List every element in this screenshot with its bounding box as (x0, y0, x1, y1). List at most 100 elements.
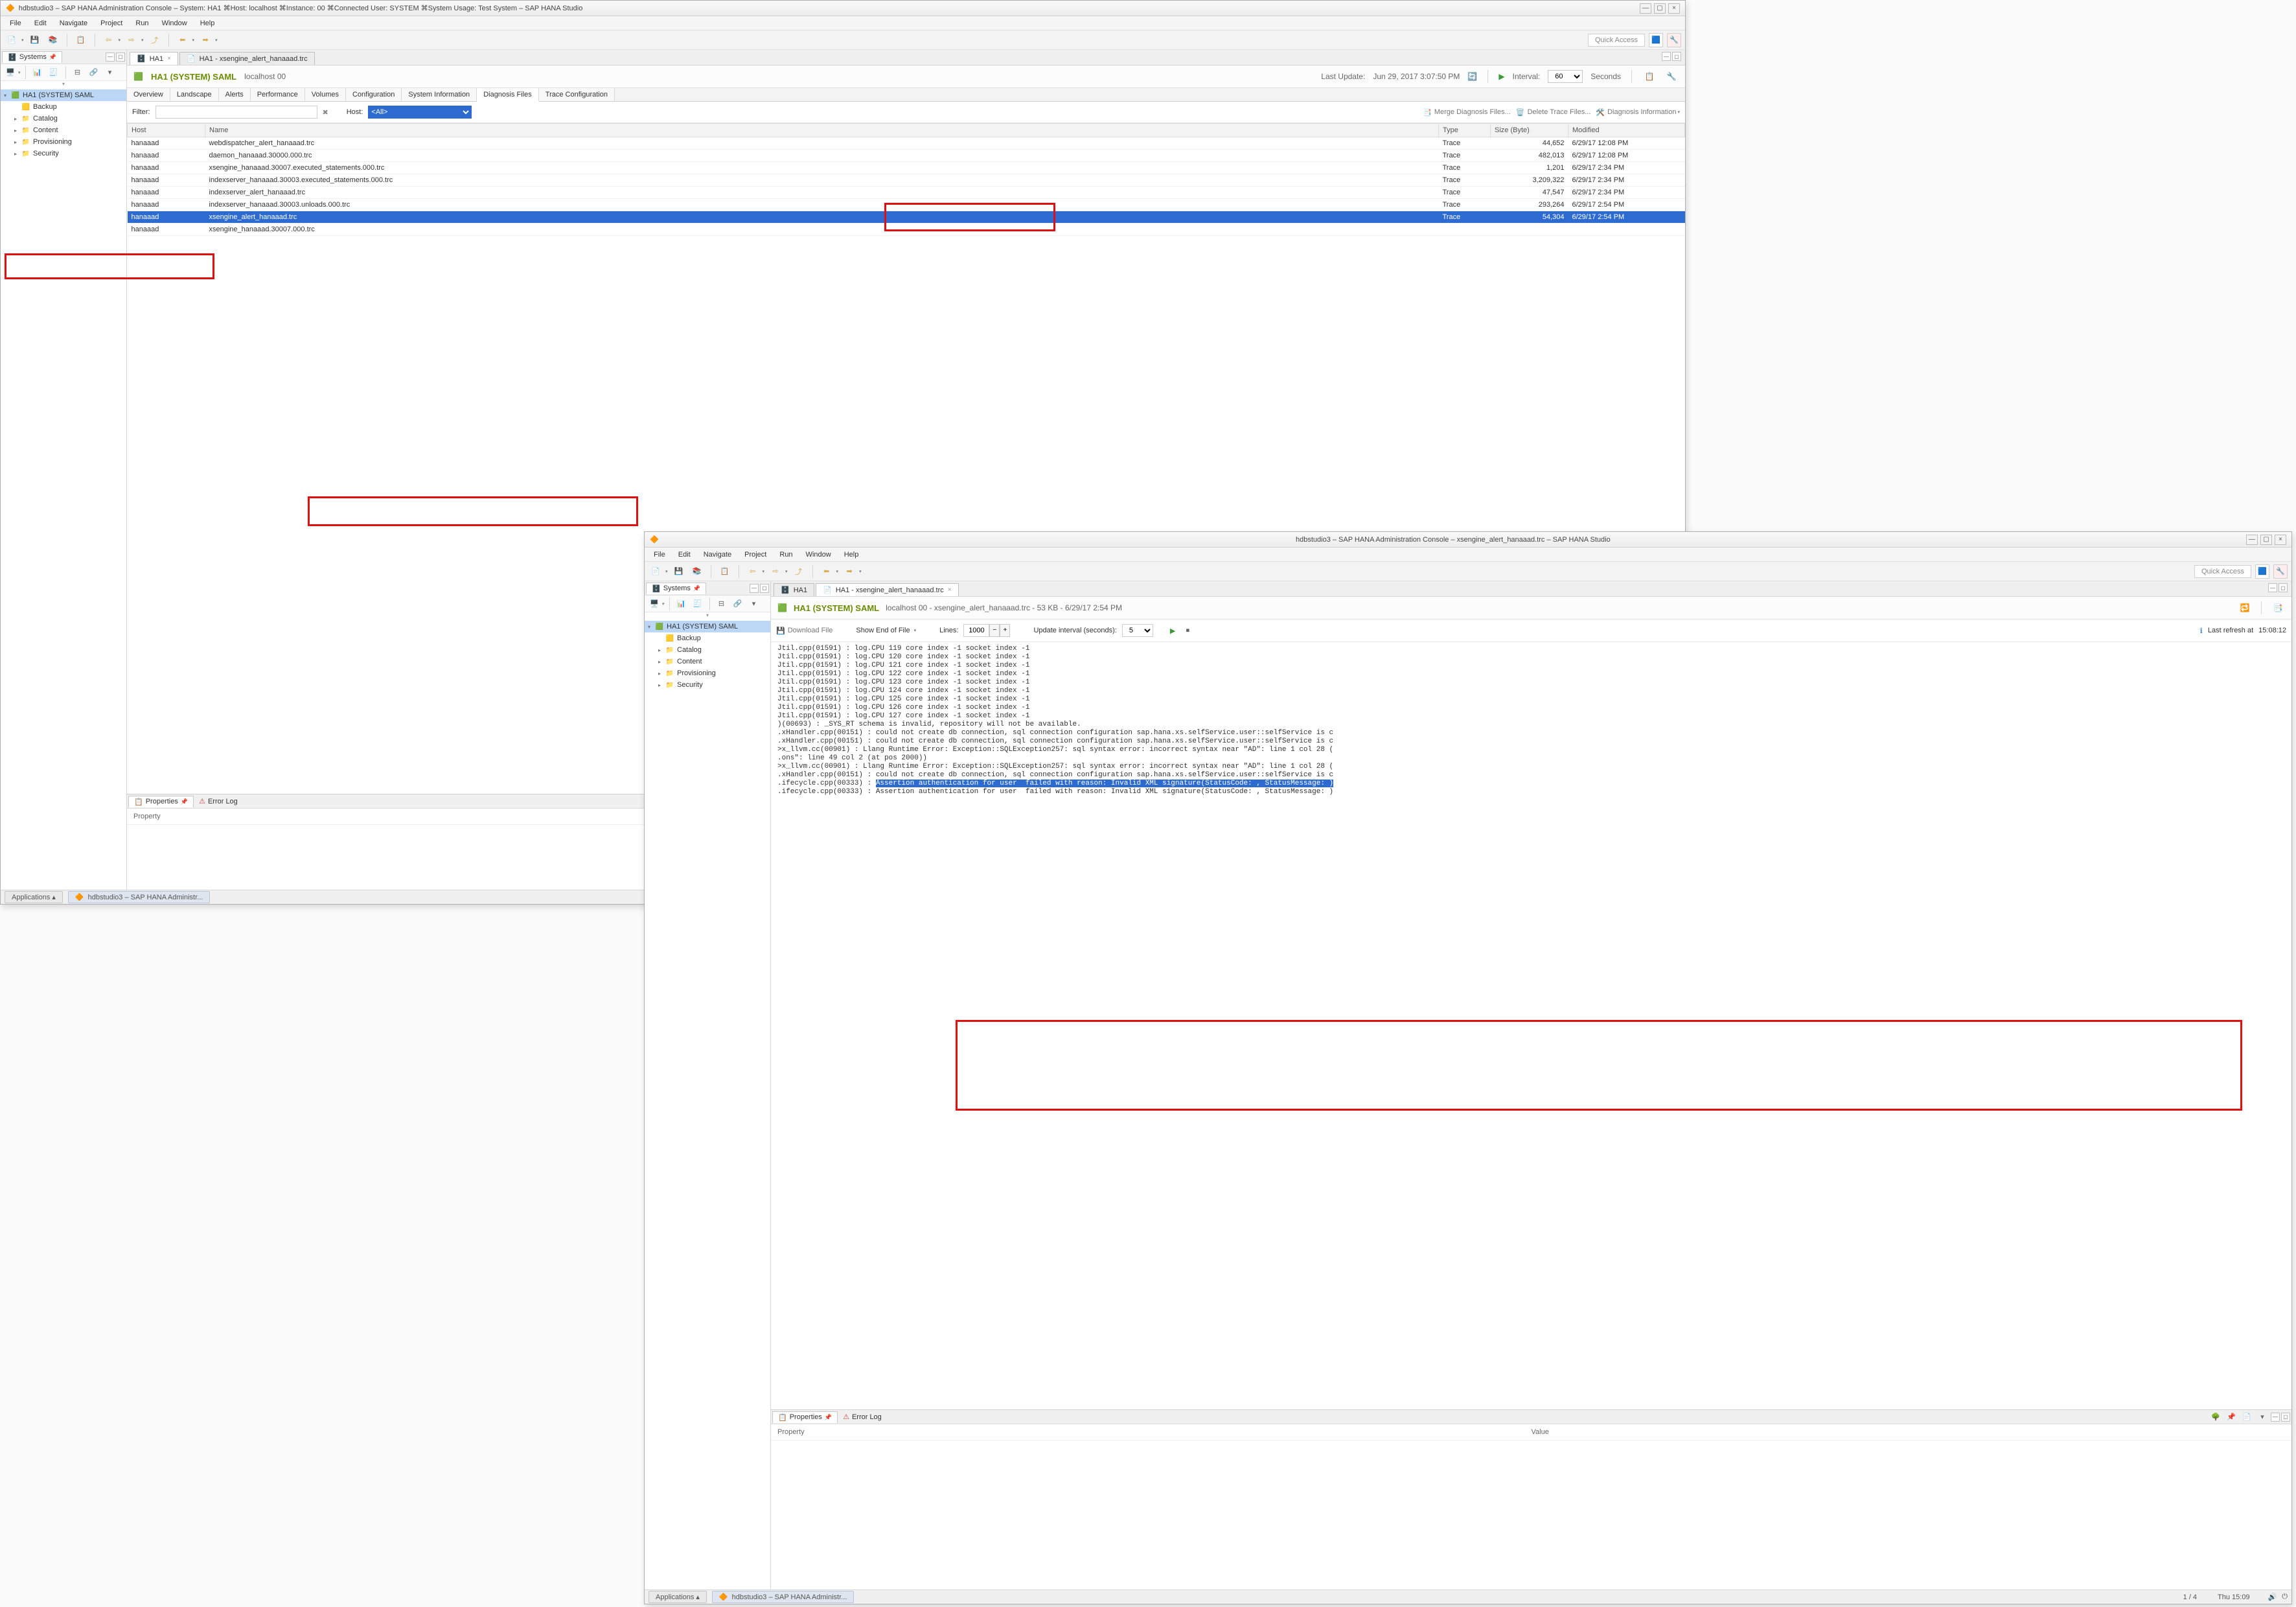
monitor-icon[interactable]: 📊 (674, 597, 689, 611)
table-row[interactable]: hanaaadindexserver_alert_hanaaad.trcTrac… (128, 187, 1685, 199)
perspective-other-icon[interactable]: 🔧 (1667, 33, 1681, 47)
tree-node-security[interactable]: ▸ 📁 Security (1, 148, 126, 159)
settings-icon[interactable]: 🔧 (1664, 69, 1679, 84)
power-icon[interactable]: ⏻ (2282, 1593, 2288, 1601)
twisty-icon[interactable]: ▾ (646, 624, 652, 630)
editor-tab-ha1[interactable]: 🗄️ HA1 × (130, 52, 178, 65)
menu-project[interactable]: Project (738, 549, 773, 561)
menu-file[interactable]: File (3, 17, 28, 29)
refresh-icon[interactable]: 🔁 (2238, 601, 2252, 615)
refresh-icon[interactable]: 🔄 (1467, 72, 1477, 81)
menu-file[interactable]: File (647, 549, 672, 561)
twisty-icon[interactable]: ▾ (2, 93, 8, 98)
twisty-icon[interactable]: ▸ (12, 116, 19, 122)
chevron-down-icon[interactable]: ▾ (914, 628, 917, 633)
tree-node-provisioning[interactable]: ▸ 📁 Provisioning (1, 136, 126, 148)
merge-files-link[interactable]: 📑Merge Diagnosis Files... (1423, 108, 1511, 117)
twisty-icon[interactable]: ▸ (12, 151, 19, 157)
perspective-hana-icon[interactable]: 🟦 (2255, 564, 2269, 579)
maximize-view-button[interactable]: ▢ (116, 52, 125, 62)
editor-tab-trace[interactable]: 📄 HA1 - xsengine_alert_hanaaad.trc (179, 52, 315, 65)
lines-minus[interactable]: − (989, 624, 1000, 637)
sub-tab-system-information[interactable]: System Information (402, 88, 477, 101)
table-row[interactable]: hanaaadwebdispatcher_alert_hanaaad.trcTr… (128, 137, 1685, 150)
table-row[interactable]: hanaaadindexserver_hanaaad.30003.execute… (128, 174, 1685, 187)
minimize-button[interactable]: — (1640, 3, 1651, 14)
chevron-down-icon[interactable]: ▾ (665, 569, 668, 574)
chevron-down-icon[interactable]: ▾ (763, 569, 765, 574)
update-interval-select[interactable]: 5 (1122, 624, 1153, 637)
maximize-editor-button[interactable]: ▢ (2279, 583, 2288, 592)
clear-filter-icon[interactable]: ✖ (323, 108, 328, 117)
save-icon[interactable]: 💾 (672, 564, 686, 579)
menu-window[interactable]: Window (155, 17, 194, 29)
tree-node-catalog[interactable]: ▸ 📁 Catalog (645, 644, 770, 656)
tree-node-catalog[interactable]: ▸ 📁 Catalog (1, 113, 126, 124)
applications-button[interactable]: Applications ▴ (5, 891, 63, 903)
taskbar-item[interactable]: 🔶hdbstudio3 – SAP HANA Administr... (712, 1591, 854, 1603)
volume-icon[interactable]: 🔊 (2268, 1593, 2277, 1601)
view-menu-icon[interactable]: ▾ (747, 597, 761, 611)
sql-console-icon[interactable]: 🧾 (691, 597, 705, 611)
applications-button[interactable]: Applications ▴ (649, 1591, 707, 1603)
view-menu-icon[interactable]: ▾ (103, 65, 117, 80)
new-view-icon[interactable]: 📄 (2240, 1410, 2254, 1424)
maximize-button[interactable]: ▢ (1654, 3, 1666, 14)
save-all-icon[interactable]: 📚 (46, 33, 60, 47)
twisty-icon[interactable]: ▸ (12, 128, 19, 133)
tree-view-icon[interactable]: 🌳 (2209, 1410, 2223, 1424)
table-row[interactable]: hanaaadxsengine_hanaaad.30007.000.trc (128, 224, 1685, 236)
maximize-button[interactable]: ▢ (2260, 535, 2272, 545)
add-system-icon[interactable]: 🖥️ (3, 65, 17, 80)
lines-input[interactable] (963, 624, 989, 637)
tree-node-content[interactable]: ▸ 📁 Content (645, 656, 770, 667)
systems-tab[interactable]: 🗄️ Systems 📌 (646, 583, 706, 594)
nav-back-icon[interactable]: ⬅ (176, 33, 190, 47)
chevron-down-icon[interactable]: ▾ (215, 38, 218, 43)
menu-navigate[interactable]: Navigate (697, 549, 738, 561)
minimize-view-button[interactable]: — (750, 584, 759, 593)
quick-access-field[interactable]: Quick Access (1588, 34, 1645, 47)
chevron-down-icon[interactable]: ▾ (141, 38, 144, 43)
back-icon[interactable]: ⇦ (746, 564, 760, 579)
sub-tab-alerts[interactable]: Alerts (219, 88, 251, 101)
chevron-down-icon[interactable]: ▾ (192, 38, 195, 43)
play-icon[interactable]: ▶ (1498, 72, 1504, 81)
menu-help[interactable]: Help (838, 549, 866, 561)
perspective-other-icon[interactable]: 🔧 (2273, 564, 2288, 579)
col-modified[interactable]: Modified (1568, 124, 1685, 137)
forward-icon[interactable]: ⇨ (768, 564, 783, 579)
forward-icon[interactable]: ⇨ (124, 33, 139, 47)
chevron-down-icon[interactable]: ▾ (785, 569, 788, 574)
copy-icon[interactable]: 📋 (1642, 69, 1657, 84)
menu-help[interactable]: Help (194, 17, 222, 29)
close-button[interactable]: × (1668, 3, 1680, 14)
minimize-button[interactable]: — (2246, 535, 2258, 545)
twisty-icon[interactable]: ▸ (656, 671, 663, 676)
sql-icon[interactable]: 📋 (718, 564, 732, 579)
quick-access-field[interactable]: Quick Access (2194, 565, 2251, 578)
table-row[interactable]: hanaaadxsengine_hanaaad.30007.executed_s… (128, 162, 1685, 174)
tree-node-system[interactable]: ▾ 🟩 HA1 (SYSTEM) SAML (1, 89, 126, 101)
stop-icon[interactable]: ⏹ (1180, 623, 1195, 638)
tree-node-backup[interactable]: 🟨 Backup (1, 101, 126, 113)
minimize-bottom-button[interactable]: — (2271, 1413, 2280, 1422)
minimize-editor-button[interactable]: — (1662, 52, 1671, 61)
chevron-down-icon[interactable]: ▾ (18, 70, 21, 75)
menu-project[interactable]: Project (94, 17, 129, 29)
link-editor-icon[interactable]: 🔗 (87, 65, 101, 80)
pin-view-icon[interactable]: 📌 (2224, 1410, 2238, 1424)
table-row[interactable]: hanaaadindexserver_hanaaad.30003.unloads… (128, 199, 1685, 211)
col-type[interactable]: Type (1439, 124, 1491, 137)
close-button[interactable]: × (2275, 535, 2286, 545)
minimize-view-button[interactable]: — (106, 52, 115, 62)
menu-window[interactable]: Window (799, 549, 838, 561)
filter-input[interactable] (155, 106, 317, 119)
menu-run[interactable]: Run (129, 17, 155, 29)
sub-tab-trace-configuration[interactable]: Trace Configuration (539, 88, 615, 101)
sub-tab-configuration[interactable]: Configuration (346, 88, 402, 101)
menu-navigate[interactable]: Navigate (53, 17, 94, 29)
table-row[interactable]: hanaaadxsengine_alert_hanaaad.trcTrace54… (128, 211, 1685, 224)
sub-tab-landscape[interactable]: Landscape (170, 88, 219, 101)
sub-tab-overview[interactable]: Overview (127, 88, 170, 101)
